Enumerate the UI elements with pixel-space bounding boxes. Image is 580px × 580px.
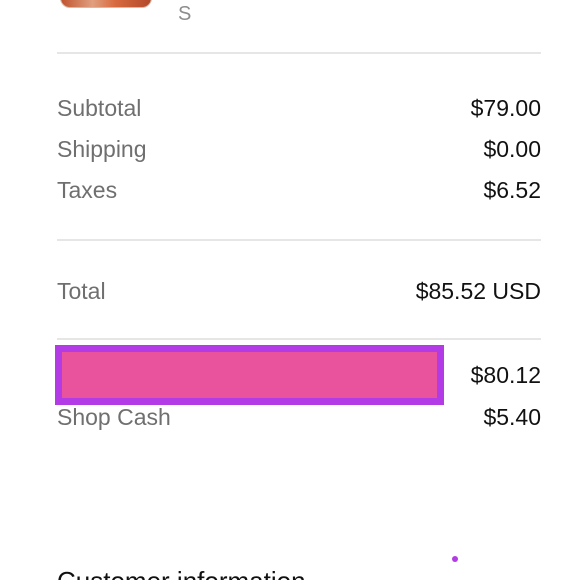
divider: [57, 338, 541, 340]
taxes-value: $6.52: [483, 177, 541, 203]
total-value: $85.52 USD: [415, 278, 541, 304]
redacted-row-value: $80.12: [470, 362, 541, 388]
total-row: Total $85.52 USD: [57, 278, 541, 305]
product-variant-label: S: [178, 3, 192, 25]
shop-cash-label: Shop Cash: [57, 404, 171, 430]
shipping-value: $0.00: [483, 136, 541, 162]
subtotal-value: $79.00: [470, 95, 541, 121]
product-thumbnail: [60, 0, 152, 8]
indicator-dot: [452, 556, 458, 562]
customer-information-heading: Customer information: [57, 566, 306, 580]
subtotal-label: Subtotal: [57, 95, 142, 121]
total-label: Total: [57, 278, 106, 304]
divider: [57, 52, 541, 54]
shipping-row: Shipping $0.00: [57, 136, 541, 163]
shipping-label: Shipping: [57, 136, 147, 162]
shop-cash-row: Shop Cash $5.40: [57, 404, 541, 431]
divider: [57, 239, 541, 241]
taxes-row: Taxes $6.52: [57, 177, 541, 204]
redaction-box: [55, 345, 444, 405]
order-summary-page: S Subtotal $79.00 Shipping $0.00 Taxes $…: [0, 0, 580, 580]
subtotal-row: Subtotal $79.00: [57, 95, 541, 122]
taxes-label: Taxes: [57, 177, 118, 203]
shop-cash-value: $5.40: [483, 404, 541, 430]
